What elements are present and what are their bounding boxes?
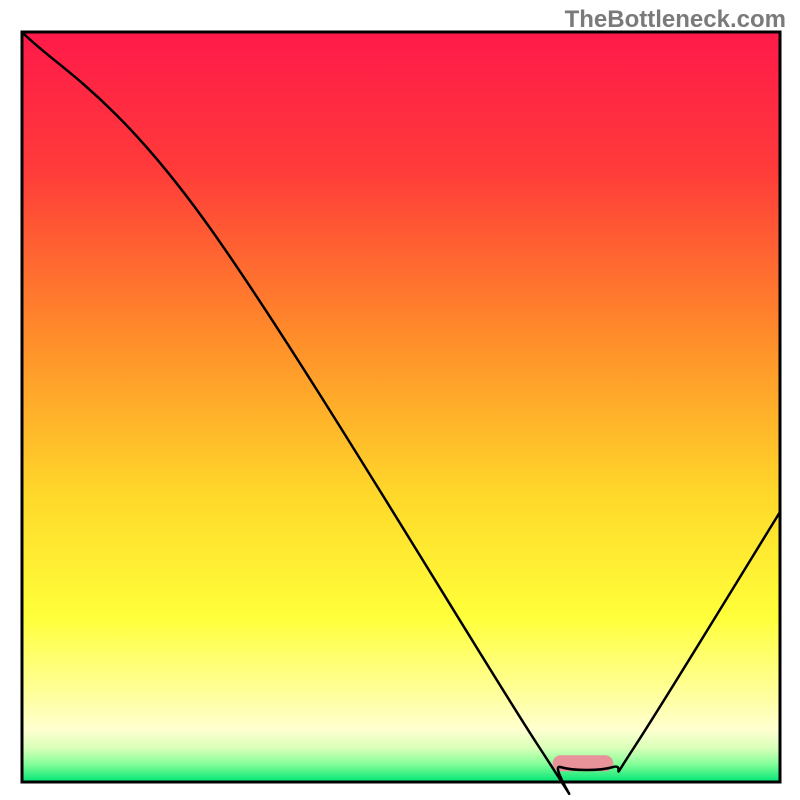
watermark-label: TheBottleneck.com: [565, 6, 786, 34]
plot-background: [22, 32, 780, 782]
bottleneck-chart: [0, 0, 800, 800]
chart-container: TheBottleneck.com: [0, 0, 800, 800]
